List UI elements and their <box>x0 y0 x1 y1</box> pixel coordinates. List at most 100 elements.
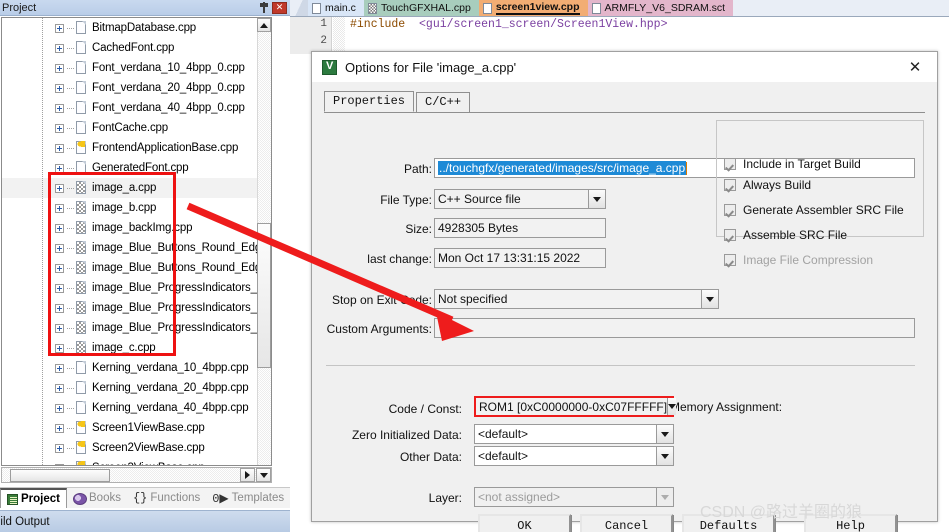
tree-item[interactable]: Kerning_verdana_40_4bpp.cpp <box>2 398 258 418</box>
chevron-down-icon[interactable] <box>656 447 673 465</box>
zero-init-select[interactable]: <default> <box>474 424 674 444</box>
expand-icon[interactable] <box>55 103 64 113</box>
code-editor-pane[interactable]: 1 2 #include <gui/screen1_screen/Screen1… <box>290 16 949 55</box>
code-const-select[interactable]: ROM1 [0xC0000000-0xC07FFFFF] <box>474 396 677 417</box>
tree-item[interactable]: Kerning_verdana_10_4bpp.cpp <box>2 358 258 378</box>
tree-item[interactable]: Font_verdana_10_4bpp_0.cpp <box>2 58 258 78</box>
file-image-icon <box>75 221 87 235</box>
expand-icon[interactable] <box>55 423 64 433</box>
last-change-field: Mon Oct 17 13:31:15 2022 <box>434 248 606 268</box>
tree-item[interactable]: image_backImg.cpp <box>2 218 258 238</box>
project-tree-frame: BitmapDatabase.cpp CachedFont.cpp Font_ver… <box>1 17 272 466</box>
expand-icon[interactable] <box>55 283 64 293</box>
file-image-icon <box>75 201 87 215</box>
chevron-down-icon[interactable] <box>667 398 677 415</box>
other-data-select[interactable]: <default> <box>474 446 674 466</box>
tree-connector <box>67 407 75 409</box>
scroll-up-button[interactable] <box>257 18 271 32</box>
expand-icon[interactable] <box>55 463 64 465</box>
editor-tab-main-c[interactable]: main.c <box>308 0 364 16</box>
tree-item[interactable]: image_Blue_ProgressIndicators_fi <box>2 318 258 338</box>
editor-tab-touchgfxhal-cpp[interactable]: TouchGFXHAL.cpp <box>363 0 479 16</box>
expand-icon[interactable] <box>55 163 64 173</box>
expand-icon[interactable] <box>55 363 64 373</box>
expand-icon[interactable] <box>55 443 64 453</box>
tree-item[interactable]: FrontendApplicationBase.cpp <box>2 138 258 158</box>
tree-item[interactable]: FontCache.cpp <box>2 118 258 138</box>
expand-icon[interactable] <box>55 383 64 393</box>
expand-icon[interactable] <box>55 143 64 153</box>
close-icon[interactable]: ✕ <box>893 53 937 82</box>
checkbox-include-in-target-build[interactable]: Include in Target Build <box>724 157 861 171</box>
tree-item[interactable]: BitmapDatabase.cpp <box>2 18 258 38</box>
tree-item[interactable]: CachedFont.cpp <box>2 38 258 58</box>
chevron-down-icon[interactable] <box>656 425 673 443</box>
tree-horizontal-scrollbar[interactable] <box>1 467 272 483</box>
expand-icon[interactable] <box>55 243 64 253</box>
hscroll-thumb[interactable] <box>10 469 110 482</box>
expand-icon[interactable] <box>55 63 64 73</box>
scroll-thumb[interactable] <box>257 223 271 368</box>
expand-icon[interactable] <box>55 83 64 93</box>
panel-tab-templates[interactable]: 0▶ Templates <box>206 488 290 508</box>
expand-icon[interactable] <box>55 343 64 353</box>
editor-tab-label: TouchGFXHAL.cpp <box>380 2 471 14</box>
tree-item[interactable]: image_Blue_Buttons_Round_Edge <box>2 258 258 278</box>
checkbox-icon[interactable] <box>724 229 736 241</box>
include-path: <gui/screen1_screen/Screen1View.hpp> <box>419 18 668 31</box>
tree-item[interactable]: image_Blue_ProgressIndicators_b <box>2 298 258 318</box>
panel-tab-functions[interactable]: {} Functions <box>127 488 206 508</box>
checkbox-icon[interactable] <box>724 204 736 216</box>
close-icon[interactable]: ✕ <box>272 1 287 14</box>
checkbox-assemble-src-file[interactable]: Assemble SRC File <box>724 228 847 242</box>
tab-properties[interactable]: Properties <box>324 91 415 112</box>
panel-tab-project[interactable]: Project <box>0 488 67 508</box>
tree-item[interactable]: Font_verdana_40_4bpp_0.cpp <box>2 98 258 118</box>
checkbox-icon[interactable] <box>724 179 736 191</box>
stop-on-exit-select[interactable]: Not specified <box>434 289 719 309</box>
tree-item[interactable]: GeneratedFont.cpp <box>2 158 258 178</box>
tree-item-label: Font_verdana_40_4bpp_0.cpp <box>92 102 245 114</box>
expand-icon[interactable] <box>55 43 64 53</box>
expand-icon[interactable] <box>55 403 64 413</box>
checkbox-generate-assembler-src-file[interactable]: Generate Assembler SRC File <box>724 203 904 217</box>
tree-item[interactable]: image_Blue_Buttons_Round_Edge <box>2 238 258 258</box>
hscroll-dropdown-button[interactable] <box>256 468 271 482</box>
tab-c-cpp[interactable]: C/C++ <box>416 92 471 112</box>
expand-icon[interactable] <box>55 323 64 333</box>
pin-icon[interactable] <box>259 2 269 13</box>
chevron-down-icon[interactable] <box>701 290 718 308</box>
tree-vertical-scrollbar[interactable] <box>257 18 271 465</box>
editor-tabstrip: main.c TouchGFXHAL.cpp screen1view.cpp A… <box>290 0 949 16</box>
custom-arguments-input[interactable] <box>434 318 915 338</box>
checkbox-always-build[interactable]: Always Build <box>724 178 811 192</box>
expand-icon[interactable] <box>55 263 64 273</box>
tree-item[interactable]: image_a.cpp <box>2 178 258 198</box>
project-tree[interactable]: BitmapDatabase.cpp CachedFont.cpp Font_ver… <box>2 18 258 465</box>
file-type-select[interactable]: C++ Source file <box>434 189 606 209</box>
tree-item[interactable]: Screen3ViewBase.cpp <box>2 458 258 465</box>
tree-item[interactable]: Font_verdana_20_4bpp_0.cpp <box>2 78 258 98</box>
tree-item[interactable]: Screen1ViewBase.cpp <box>2 418 258 438</box>
editor-tab-armfly-sct[interactable]: ARMFLY_V6_SDRAM.sct <box>587 0 734 16</box>
tree-item[interactable]: image_Blue_ProgressIndicators_b <box>2 278 258 298</box>
ok-button[interactable]: OK <box>478 514 571 532</box>
editor-tab-screen1view-cpp[interactable]: screen1view.cpp <box>478 0 588 16</box>
expand-icon[interactable] <box>55 303 64 313</box>
tree-item[interactable]: image_c.cpp <box>2 338 258 358</box>
expand-icon[interactable] <box>55 123 64 133</box>
file-key-icon <box>75 441 87 455</box>
tree-item[interactable]: Kerning_verdana_20_4bpp.cpp <box>2 378 258 398</box>
expand-icon[interactable] <box>55 183 64 193</box>
panel-tab-books[interactable]: Books <box>67 488 127 508</box>
checkbox-icon[interactable] <box>724 158 736 170</box>
tree-item[interactable]: Screen2ViewBase.cpp <box>2 438 258 458</box>
expand-icon[interactable] <box>55 23 64 33</box>
chevron-down-icon[interactable] <box>588 190 605 208</box>
hscroll-right-button[interactable] <box>240 468 255 482</box>
button-label: OK <box>517 518 532 532</box>
tree-item[interactable]: image_b.cpp <box>2 198 258 218</box>
expand-icon[interactable] <box>55 203 64 213</box>
cancel-button[interactable]: Cancel <box>580 514 673 532</box>
expand-icon[interactable] <box>55 223 64 233</box>
